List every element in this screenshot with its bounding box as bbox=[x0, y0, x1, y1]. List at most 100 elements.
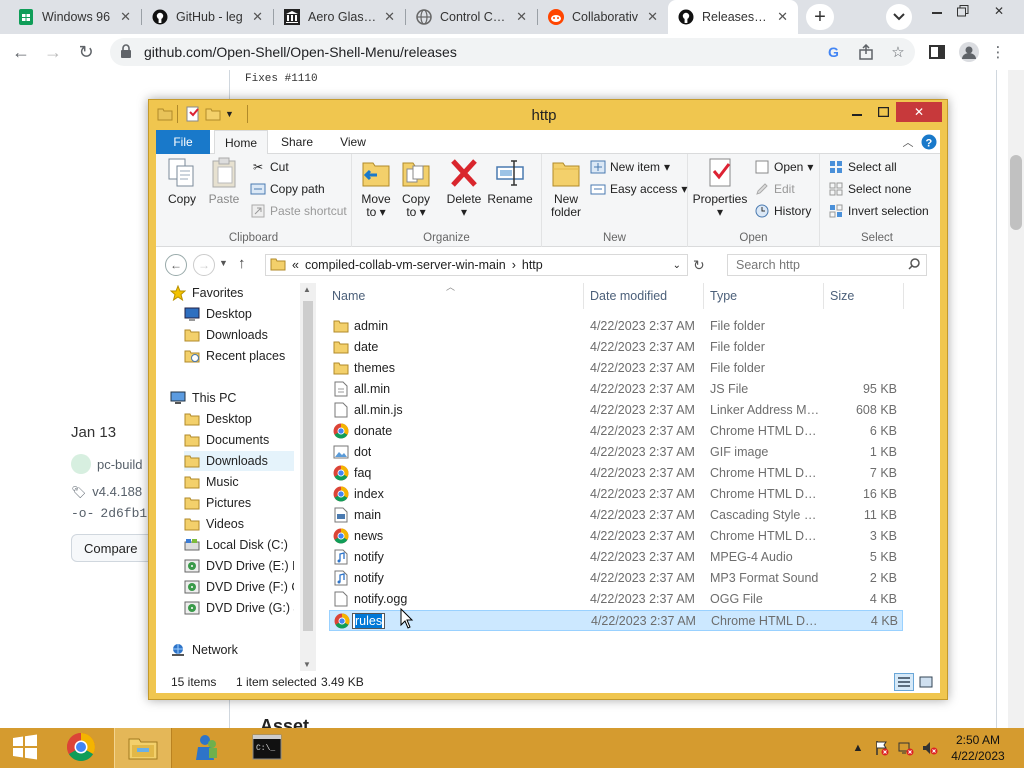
help-icon[interactable]: ? bbox=[920, 130, 938, 154]
tab-control-collection[interactable]: Control Colle ✕ bbox=[406, 0, 537, 34]
close-window-button[interactable]: ✕ bbox=[988, 2, 1010, 20]
close-button[interactable]: ✕ bbox=[896, 102, 942, 122]
back-button[interactable]: ← bbox=[165, 254, 187, 276]
file-row[interactable]: date 4/22/2023 2:37 AM File folder bbox=[329, 337, 903, 358]
large-icons-view-button[interactable] bbox=[916, 673, 936, 691]
easy-access-button[interactable]: Easy access ▾ bbox=[590, 179, 687, 199]
new-item-button[interactable]: New item ▾ bbox=[590, 157, 670, 177]
nav-item-downloads[interactable]: Downloads bbox=[184, 451, 294, 471]
column-header-type[interactable]: Type bbox=[704, 283, 824, 309]
file-row[interactable]: rules 4/22/2023 2:37 AM Chrome HTML Do... 4… bbox=[329, 610, 903, 631]
paste-button[interactable]: Paste bbox=[206, 156, 242, 206]
scrollbar-thumb[interactable] bbox=[1010, 155, 1022, 230]
tab-view[interactable]: View bbox=[328, 130, 378, 154]
file-row[interactable]: notify 4/22/2023 2:37 AM MP3 Format Sound 2… bbox=[329, 568, 903, 589]
file-row[interactable]: index 4/22/2023 2:37 AM Chrome HTML Do... 1… bbox=[329, 484, 903, 505]
file-row[interactable]: main 4/22/2023 2:37 AM Cascading Style S..… bbox=[329, 505, 903, 526]
up-button[interactable]: ↑ bbox=[238, 255, 246, 272]
breadcrumb-current[interactable]: http bbox=[522, 258, 543, 272]
profile-avatar-icon[interactable] bbox=[957, 40, 981, 64]
tab-github-leg[interactable]: GitHub - leg ✕ bbox=[142, 0, 273, 34]
breadcrumb-overflow[interactable]: « bbox=[292, 258, 299, 272]
taskbar-chrome[interactable] bbox=[52, 728, 110, 768]
properties-button[interactable]: Properties ▾ bbox=[692, 156, 748, 219]
scroll-up-icon[interactable]: ▲ bbox=[303, 285, 311, 294]
tab-file[interactable]: File bbox=[156, 130, 210, 154]
column-header-date[interactable]: Date modified bbox=[584, 283, 704, 309]
copy-path-button[interactable]: Copy path bbox=[250, 179, 325, 199]
tab-search-button[interactable] bbox=[886, 4, 912, 30]
file-row[interactable]: admin 4/22/2023 2:37 AM File folder bbox=[329, 316, 903, 337]
minimize-button[interactable] bbox=[844, 102, 870, 122]
taskbar-remote-desktop[interactable] bbox=[176, 728, 234, 768]
file-row[interactable]: faq 4/22/2023 2:37 AM Chrome HTML Do... 7 K… bbox=[329, 463, 903, 484]
column-header-size[interactable]: Size bbox=[824, 283, 904, 309]
invert-selection-button[interactable]: Invert selection bbox=[828, 201, 929, 221]
select-none-button[interactable]: Select none bbox=[828, 179, 911, 199]
file-row[interactable]: notify 4/22/2023 2:37 AM MPEG-4 Audio 5 KB bbox=[329, 547, 903, 568]
address-bar[interactable]: github.com/Open-Shell/Open-Shell-Menu/re… bbox=[110, 38, 915, 66]
menu-icon[interactable]: ⋮ bbox=[986, 40, 1010, 64]
scrollbar-thumb[interactable] bbox=[303, 301, 313, 631]
minimize-button[interactable] bbox=[926, 2, 948, 20]
edit-button[interactable]: Edit bbox=[754, 179, 795, 199]
system-clock[interactable]: 2:50 AM 4/22/2023 bbox=[944, 732, 1012, 764]
open-button[interactable]: Open ▾ bbox=[754, 157, 813, 177]
paste-shortcut-button[interactable]: Paste shortcut bbox=[250, 201, 347, 221]
history-button[interactable]: History bbox=[754, 201, 811, 221]
tab-collaborative[interactable]: Collaborativ ✕ bbox=[538, 0, 668, 34]
details-view-button[interactable] bbox=[894, 673, 914, 691]
nav-item-dvd-drive-g-j-c[interactable]: DVD Drive (G:) J_C bbox=[184, 598, 294, 618]
close-icon[interactable]: ✕ bbox=[252, 9, 263, 25]
bookmark-star-icon[interactable]: ☆ bbox=[886, 40, 910, 64]
refresh-button[interactable]: ↻ bbox=[693, 257, 705, 274]
back-button[interactable]: ← bbox=[8, 40, 34, 64]
close-icon[interactable]: ✕ bbox=[647, 9, 658, 25]
search-input[interactable]: Search http bbox=[727, 254, 927, 276]
network-status-icon[interactable] bbox=[898, 740, 914, 756]
nav-item-desktop[interactable]: Desktop bbox=[184, 304, 294, 324]
breadcrumb-parent[interactable]: compiled-collab-vm-server-win-main bbox=[305, 258, 506, 272]
close-icon[interactable]: ✕ bbox=[384, 9, 395, 25]
chevron-down-icon[interactable]: ⌄ bbox=[673, 260, 681, 271]
side-panel-icon[interactable] bbox=[925, 40, 949, 64]
forward-button[interactable]: → bbox=[40, 40, 66, 64]
file-name-rename-input[interactable]: rules bbox=[352, 613, 386, 629]
tab-share[interactable]: Share bbox=[272, 130, 322, 154]
tab-windows96[interactable]: Windows 96 ✕ bbox=[8, 0, 141, 34]
nav-item-this-pc[interactable]: This PC bbox=[170, 388, 294, 408]
tab-aero-glass[interactable]: Aero Glass fo ✕ bbox=[274, 0, 405, 34]
nav-item-favorites[interactable]: Favorites bbox=[170, 283, 294, 303]
share-icon[interactable] bbox=[854, 40, 878, 64]
nav-item-music[interactable]: Music bbox=[184, 472, 294, 492]
copy-to-button[interactable]: Copy to ▾ bbox=[398, 156, 434, 219]
nav-item-videos[interactable]: Videos bbox=[184, 514, 294, 534]
restore-button[interactable] bbox=[952, 2, 974, 20]
scroll-down-icon[interactable]: ▼ bbox=[303, 660, 311, 669]
address-box[interactable]: « compiled-collab-vm-server-win-main › h… bbox=[265, 254, 688, 276]
close-icon[interactable]: ✕ bbox=[516, 9, 527, 25]
nav-scrollbar[interactable]: ▲ ▼ bbox=[300, 283, 316, 671]
tab-home[interactable]: Home bbox=[214, 130, 268, 155]
collapse-ribbon-icon[interactable]: ︿ bbox=[898, 130, 918, 154]
chevron-right-icon[interactable]: › bbox=[512, 258, 516, 272]
nav-item-pictures[interactable]: Pictures bbox=[184, 493, 294, 513]
rename-button[interactable]: Rename bbox=[487, 156, 533, 206]
page-scrollbar[interactable] bbox=[1008, 70, 1024, 728]
google-icon[interactable]: G bbox=[822, 40, 846, 64]
copy-button[interactable]: Copy bbox=[164, 156, 200, 206]
nav-item-downloads[interactable]: Downloads bbox=[184, 325, 294, 345]
file-row[interactable]: dot 4/22/2023 2:37 AM GIF image 1 KB bbox=[329, 442, 903, 463]
taskbar-file-explorer[interactable] bbox=[114, 728, 172, 768]
taskbar-command-prompt[interactable]: C:\_ bbox=[238, 728, 296, 768]
volume-muted-icon[interactable] bbox=[922, 740, 938, 756]
nav-item-dvd-drive-f-cc[interactable]: DVD Drive (F:) CC bbox=[184, 577, 294, 597]
delete-button[interactable]: Delete ▾ bbox=[444, 156, 484, 219]
select-all-button[interactable]: Select all bbox=[828, 157, 897, 177]
maximize-button[interactable] bbox=[870, 102, 896, 122]
nav-item-network[interactable]: Network bbox=[170, 640, 294, 660]
start-button[interactable] bbox=[0, 728, 50, 768]
recent-locations-dropdown[interactable]: ▼ bbox=[219, 258, 228, 268]
column-header-name[interactable]: Name bbox=[326, 283, 584, 309]
title-bar[interactable]: ▼ http ✕ bbox=[149, 100, 947, 130]
